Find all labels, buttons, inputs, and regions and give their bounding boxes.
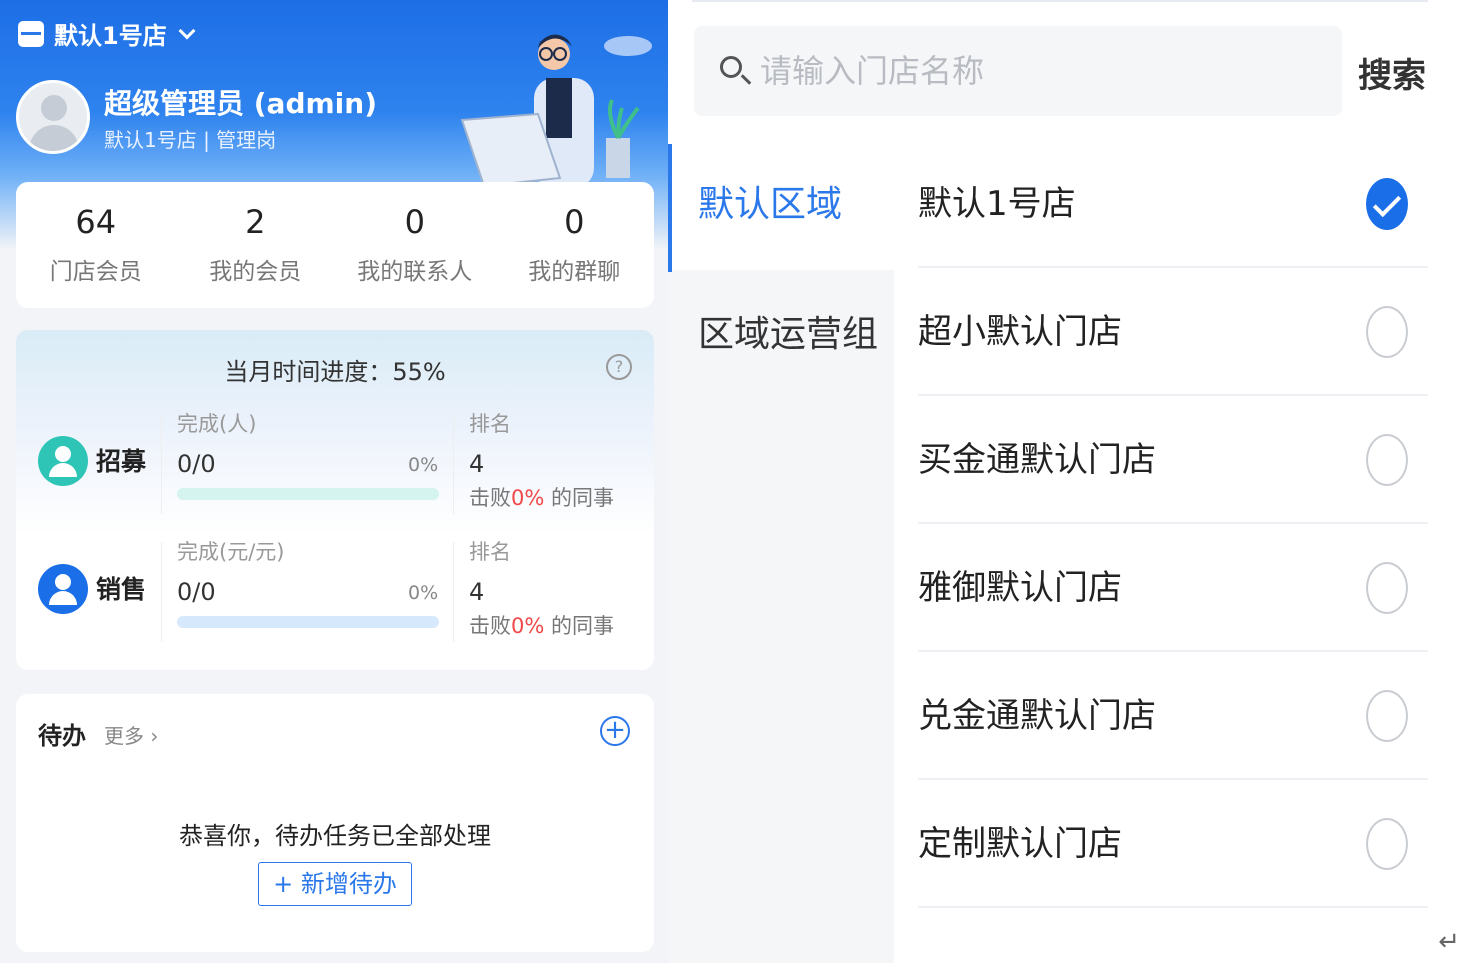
sales-row: 销售 完成(元/元) 0/0 0% 排名 4 击败0% 的同事 [16, 522, 654, 642]
store-name: 买金通默认门店 [918, 440, 1156, 480]
stat-value: 64 [75, 203, 117, 241]
check-icon[interactable] [1366, 178, 1408, 230]
sales-rank-label: 排名 [469, 540, 511, 564]
avatar [16, 80, 90, 154]
stat-value: 0 [564, 203, 585, 241]
recruit-icon [38, 436, 88, 486]
search-input[interactable] [760, 48, 1320, 94]
todo-empty-message: 恭喜你，待办任务已全部处理 [179, 822, 491, 850]
sales-sub-label: 完成(元/元) [177, 540, 285, 564]
store-switcher[interactable]: 默认1号店 [18, 16, 196, 51]
recruit-value: 0/0 [177, 450, 216, 478]
search-button[interactable]: 搜索 [1358, 48, 1426, 97]
recruit-percent: 0% [408, 454, 439, 476]
divider [692, 0, 1428, 2]
office-illustration [460, 34, 652, 188]
store-name: 超小默认门店 [918, 312, 1122, 352]
store-name: 兑金通默认门店 [918, 696, 1156, 736]
sales-value: 0/0 [177, 578, 216, 606]
stat-value: 0 [404, 203, 425, 241]
store-name: 定制默认门店 [918, 824, 1122, 864]
search-box [694, 26, 1342, 116]
region-item-ops-group[interactable]: 区域运营组 [668, 270, 894, 400]
recruit-progress-bar [177, 488, 439, 500]
add-circle-icon[interactable]: + [600, 716, 630, 746]
radio-button[interactable] [1366, 690, 1408, 742]
radio-button[interactable] [1366, 818, 1408, 870]
recruit-rank: 4 [469, 450, 485, 478]
store-row[interactable]: 超小默认门店 [918, 268, 1428, 396]
stat-my-groups[interactable]: 0 我的群聊 [495, 182, 655, 308]
user-name: 超级管理员 (admin) [104, 87, 377, 120]
store-row[interactable]: 默认1号店 [918, 140, 1428, 268]
recruit-row: 招募 完成(人) 0/0 0% 排名 4 击败0% 的同事 [16, 394, 654, 514]
progress-title: 当月时间进度：55% [224, 358, 446, 386]
stat-label: 门店会员 [49, 259, 142, 285]
add-todo-button[interactable]: + 新增待办 [258, 862, 412, 906]
sales-percent: 0% [408, 582, 439, 604]
stat-store-members[interactable]: 64 门店会员 [16, 182, 176, 308]
store-switcher-label: 默认1号店 [54, 22, 167, 50]
sales-beat-text: 击败0% 的同事 [469, 614, 615, 638]
recruit-sub-label: 完成(人) [177, 412, 257, 436]
store-row[interactable]: 定制默认门店 [918, 780, 1428, 908]
todo-title: 待办 [38, 722, 86, 750]
user-role: 默认1号店 | 管理岗 [104, 128, 277, 152]
store-picker-panel: 搜索 默认区域 区域运营组 默认1号店 超小默认门店 买金通默认门店 雅御默认门… [668, 0, 1470, 963]
sales-label: 销售 [96, 575, 147, 604]
recruit-beat-text: 击败0% 的同事 [469, 486, 615, 510]
todo-more-link[interactable]: 更多 › [104, 720, 158, 749]
stat-value: 2 [245, 203, 266, 241]
store-name: 默认1号店 [918, 184, 1076, 224]
sales-rank: 4 [469, 578, 485, 606]
region-list: 默认区域 区域运营组 [668, 140, 894, 963]
stat-label: 我的群聊 [528, 259, 621, 285]
search-icon [720, 56, 742, 78]
store-row[interactable]: 兑金通默认门店 [918, 652, 1428, 780]
stat-label: 我的会员 [209, 259, 302, 285]
todo-card: 待办 更多 › + 恭喜你，待办任务已全部处理 + 新增待办 [16, 694, 654, 952]
chevron-down-icon [178, 22, 196, 39]
store-row[interactable]: 雅御默认门店 [918, 524, 1428, 652]
stat-my-contacts[interactable]: 0 我的联系人 [335, 182, 495, 308]
return-icon: ↵ [1438, 927, 1460, 957]
stat-label: 我的联系人 [357, 259, 473, 285]
region-item-default[interactable]: 默认区域 [668, 140, 894, 272]
help-icon[interactable]: ? [606, 354, 632, 380]
sales-progress-bar [177, 616, 439, 628]
store-name: 雅御默认门店 [918, 568, 1122, 608]
store-icon [18, 20, 44, 47]
dashboard-panel: 默认1号店 超级管理员 (admin) 默认1号店 | 管理岗 64 门店会员 … [0, 0, 668, 963]
radio-button[interactable] [1366, 562, 1408, 614]
recruit-label: 招募 [96, 447, 147, 476]
recruit-rank-label: 排名 [469, 412, 511, 436]
stats-card: 64 门店会员 2 我的会员 0 我的联系人 0 我的群聊 [16, 182, 654, 308]
sales-icon [38, 564, 88, 614]
stat-my-members[interactable]: 2 我的会员 [176, 182, 336, 308]
monthly-progress-card: 当月时间进度：55% ? 招募 完成(人) 0/0 0% 排名 4 击败0% 的… [16, 330, 654, 670]
radio-button[interactable] [1366, 434, 1408, 486]
radio-button[interactable] [1366, 306, 1408, 358]
store-row[interactable]: 买金通默认门店 [918, 396, 1428, 524]
